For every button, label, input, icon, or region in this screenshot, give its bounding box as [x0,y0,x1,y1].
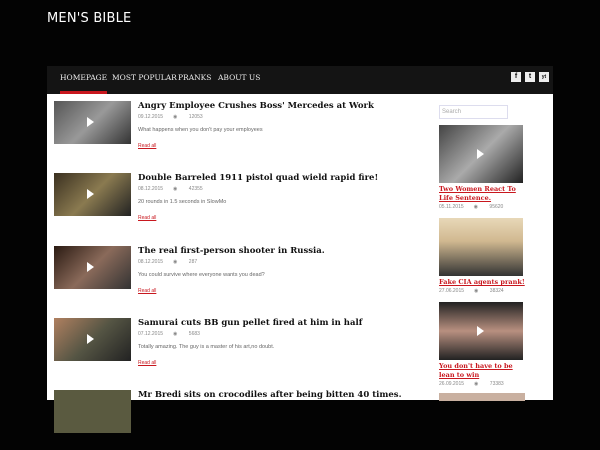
sidebar-item: Fake CIA agents prank! 27.06.2015 ◉ 38324 [439,218,525,294]
read-all-link[interactable]: Read all [138,215,156,221]
nav-most-popular[interactable]: MOST POPULAR [112,66,177,94]
eye-icon: ◉ [173,114,178,120]
sidebar-thumbnail[interactable] [439,218,523,276]
post-date: 09.12.2015 [138,114,164,120]
sidebar-item: Two Women React To Life Sentence. 05.11.… [439,125,525,210]
post-title[interactable]: The real first-person shooter in Russia. [138,246,325,256]
post-title[interactable]: Mr Bredi sits on crocodiles after being … [138,390,402,400]
post-date: 07.12.2015 [138,331,164,337]
play-icon [477,149,484,159]
post-item: Samurai cuts BB gun pellet fired at him … [54,318,434,378]
post-excerpt: Totally amazing. The guy is a master of … [138,344,275,350]
sidebar-title[interactable]: You don't have to be lean to win [439,362,525,380]
play-icon [87,262,94,272]
sidebar-views: 95620 [489,204,504,210]
facebook-icon[interactable]: f [511,72,521,82]
nav-pranks[interactable]: PRANKS [178,66,211,94]
read-all-link[interactable]: Read all [138,288,156,294]
nav-homepage[interactable]: HOMEPAGE [60,66,108,94]
post-views: 12053 [188,114,203,120]
post-item: Mr Bredi sits on crocodiles after being … [54,390,434,450]
sidebar-date: 27.06.2015 [439,288,465,294]
sidebar-title[interactable]: Two Women React To Life Sentence. [439,185,525,203]
sidebar-views: 38324 [489,288,504,294]
eye-icon: ◉ [173,331,178,337]
post-thumbnail[interactable] [54,246,131,289]
play-icon [87,189,94,199]
eye-icon: ◉ [474,381,479,387]
post-thumbnail[interactable] [54,318,131,361]
eye-icon: ◉ [473,204,479,210]
sidebar-views: 73383 [489,381,504,387]
sidebar-item: You don't have to be lean to win 26.09.2… [439,302,525,387]
post-excerpt: What happens when you don't pay your emp… [138,127,263,133]
post-excerpt: 20 rounds in 1.5 seconds in SlowMo [138,199,227,205]
read-all-link[interactable]: Read all [138,143,156,149]
post-thumbnail[interactable] [54,390,131,433]
sidebar-title[interactable]: Fake CIA agents prank! [439,278,525,287]
sidebar-thumbnail[interactable] [439,302,523,360]
main-nav: HOMEPAGE MOST POPULAR PRANKS ABOUT US [47,66,553,94]
site-title[interactable]: MEN'S BIBLE [47,11,131,26]
play-icon [87,117,94,127]
search-input[interactable]: Search [439,105,508,119]
post-views: 42355 [188,186,203,192]
post-title[interactable]: Samurai cuts BB gun pellet fired at him … [138,318,362,328]
nav-about-us[interactable]: ABOUT US [218,66,260,94]
post-item: The real first-person shooter in Russia.… [54,246,434,306]
post-views: 5683 [188,331,200,337]
post-views: 287 [188,259,198,265]
youtube-icon[interactable]: yt [539,72,549,82]
post-thumbnail[interactable] [54,173,131,216]
post-item: Angry Employee Crushes Boss' Mercedes at… [54,101,434,161]
post-thumbnail[interactable] [54,101,131,144]
eye-icon: ◉ [173,259,178,265]
sidebar-date: 05.11.2015 [439,204,464,210]
post-item: Double Barreled 1911 pistol quad wield r… [54,173,434,233]
post-title[interactable]: Angry Employee Crushes Boss' Mercedes at… [138,101,374,111]
twitter-icon[interactable]: t [525,72,535,82]
play-icon [477,326,484,336]
sidebar-date: 26.09.2015 [439,381,465,387]
sidebar-thumbnail[interactable] [439,125,523,183]
read-all-link[interactable]: Read all [138,360,156,366]
post-date: 08.12.2015 [138,186,164,192]
eye-icon: ◉ [474,288,479,294]
post-date: 08.12.2015 [138,259,164,265]
eye-icon: ◉ [173,186,178,192]
play-icon [87,334,94,344]
post-excerpt: You could survive where everyone wants y… [138,272,265,278]
post-title[interactable]: Double Barreled 1911 pistol quad wield r… [138,173,378,183]
